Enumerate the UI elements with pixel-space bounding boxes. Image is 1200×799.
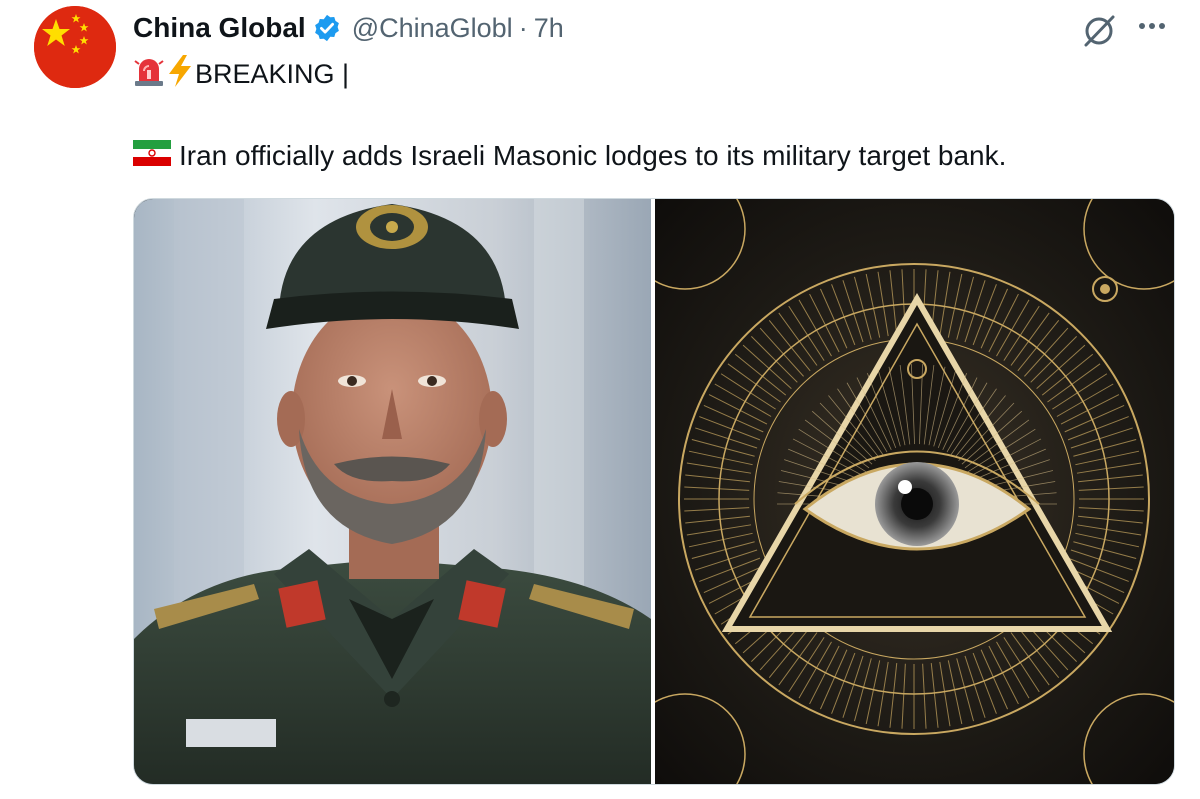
timestamp[interactable]: 7h <box>534 13 564 44</box>
eye-of-providence-artwork[interactable] <box>624 199 1174 784</box>
author-handle[interactable]: @ChinaGlobl <box>352 13 513 44</box>
breaking-line: BREAKING | <box>133 54 350 95</box>
commander-photo[interactable] <box>134 199 651 784</box>
grok-icon[interactable] <box>1080 12 1118 50</box>
tweet: China Global @ChinaGlobl · 7h BREAKING |… <box>0 0 1200 799</box>
verified-badge-icon <box>312 13 342 43</box>
avatar[interactable] <box>34 6 116 88</box>
tweet-body-text: Iran officially adds Israeli Masonic lod… <box>179 140 1007 171</box>
more-icon[interactable] <box>1132 8 1172 44</box>
author-name[interactable]: China Global <box>133 12 306 44</box>
media-grid <box>133 198 1175 785</box>
police-siren-icon <box>133 55 165 94</box>
breaking-text: BREAKING | <box>195 58 350 89</box>
tweet-header: China Global @ChinaGlobl · 7h <box>133 8 564 48</box>
separator-dot: · <box>518 12 528 43</box>
iran-flag-icon <box>133 139 171 173</box>
tweet-text: Iran officially adds Israeli Masonic lod… <box>133 136 1006 176</box>
lightning-icon <box>165 54 195 95</box>
china-flag-icon <box>34 6 116 88</box>
